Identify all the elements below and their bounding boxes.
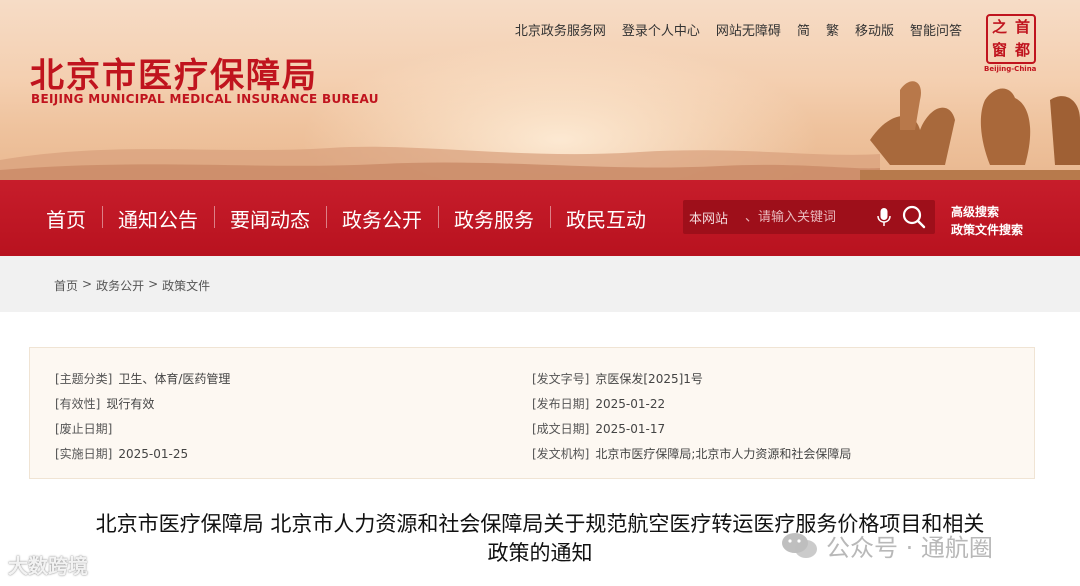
meta-repeal: [废止日期]: [55, 420, 118, 437]
top-link-gov-service[interactable]: 北京政务服务网: [515, 20, 606, 39]
meta-issuer: [发文机构] 北京市医疗保障局;北京市人力资源和社会保障局: [532, 445, 851, 462]
meta-issuer-label: [发文机构]: [532, 447, 590, 461]
meta-publish: [发布日期] 2025-01-22: [532, 395, 665, 412]
meta-doc-no: [发文字号] 京医保发[2025]1号: [532, 370, 703, 387]
wechat-icon: [782, 532, 817, 558]
meta-topic: [主题分类] 卫生、体育/医药管理: [55, 370, 230, 387]
meta-publish-label: [发布日期]: [532, 397, 590, 411]
seal-char: 都: [1014, 41, 1030, 59]
microphone-icon[interactable]: [875, 206, 893, 228]
breadcrumb-policy-docs[interactable]: 政策文件: [162, 277, 210, 294]
nav-interaction[interactable]: 政民互动: [550, 204, 662, 233]
meta-topic-label: [主题分类]: [55, 372, 113, 386]
breadcrumb-gov-affairs[interactable]: 政务公开: [96, 277, 144, 294]
breadcrumb-separator: >: [82, 277, 93, 291]
seal-char: 之: [991, 18, 1007, 36]
breadcrumb-home[interactable]: 首页: [54, 277, 78, 294]
seal-char: 窗: [991, 41, 1007, 59]
capital-window-seal[interactable]: 之 首 窗 都: [986, 14, 1036, 64]
meta-validity-label: [有效性]: [55, 397, 101, 411]
meta-doc-no-label: [发文字号]: [532, 372, 590, 386]
main-nav: 首页 通知公告 要闻动态 政务公开 政务服务 政民互动: [30, 180, 662, 256]
document-meta-box: [主题分类] 卫生、体育/医药管理 [有效性] 现行有效 [废止日期] [实施日期]…: [29, 347, 1035, 479]
search-icon[interactable]: [901, 204, 927, 230]
top-link-smart-qa[interactable]: 智能问答: [910, 20, 962, 39]
site-logo-subtitle: BEIJING MUNICIPAL MEDICAL INSURANCE BURE…: [31, 92, 379, 106]
nav-home[interactable]: 首页: [30, 204, 102, 233]
search-input[interactable]: [745, 209, 869, 225]
meta-written: [成文日期] 2025-01-17: [532, 420, 665, 437]
header-banner: 北京市医疗保障局 BEIJING MUNICIPAL MEDICAL INSUR…: [0, 0, 1080, 180]
nav-gov-services[interactable]: 政务服务: [438, 204, 550, 233]
nav-news[interactable]: 要闻动态: [214, 204, 326, 233]
search-scope[interactable]: 本网站: [683, 208, 745, 227]
meta-validity: [有效性] 现行有效: [55, 395, 154, 412]
top-links: 北京政务服务网 登录个人中心 网站无障碍 简 繁 移动版 智能问答: [499, 20, 962, 39]
meta-doc-no-value: 京医保发[2025]1号: [595, 372, 703, 386]
policy-search-link[interactable]: 政策文件搜索: [951, 221, 1023, 239]
watermark-right: 公众号 · 通航圈: [780, 528, 993, 563]
nav-gov-affairs[interactable]: 政务公开: [326, 204, 438, 233]
meta-effective-value: 2025-01-25: [118, 447, 189, 461]
meta-written-value: 2025-01-17: [595, 422, 666, 436]
meta-publish-value: 2025-01-22: [595, 397, 666, 411]
bronze-statue-illustration: [860, 81, 1080, 180]
meta-written-label: [成文日期]: [532, 422, 590, 436]
watermark-left-text: 大数跨境: [8, 554, 88, 578]
top-link-traditional[interactable]: 繁: [826, 20, 839, 39]
meta-repeal-label: [废止日期]: [55, 422, 113, 436]
top-link-simplified[interactable]: 简: [797, 20, 810, 39]
meta-issuer-value: 北京市医疗保障局;北京市人力资源和社会保障局: [595, 447, 852, 461]
watermark-right-text: 公众号 · 通航圈: [826, 534, 993, 562]
breadcrumb: 首页 > 政务公开 > 政策文件: [54, 277, 214, 294]
meta-effective-label: [实施日期]: [55, 447, 113, 461]
top-link-login[interactable]: 登录个人中心: [622, 20, 700, 39]
meta-topic-value: 卫生、体育/医药管理: [118, 372, 231, 386]
search-box: 本网站: [683, 200, 935, 234]
top-link-accessibility[interactable]: 网站无障碍: [716, 20, 781, 39]
site-logo-title[interactable]: 北京市医疗保障局: [30, 48, 318, 97]
breadcrumb-separator: >: [148, 277, 159, 291]
meta-validity-value: 现行有效: [106, 397, 155, 411]
meta-effective: [实施日期] 2025-01-25: [55, 445, 188, 462]
nav-notices[interactable]: 通知公告: [102, 204, 214, 233]
watermark-left: 大数跨境: [8, 550, 88, 579]
search-extra-links: 高级搜索 政策文件搜索: [951, 203, 1023, 239]
advanced-search-link[interactable]: 高级搜索: [951, 203, 1023, 221]
top-link-mobile[interactable]: 移动版: [855, 20, 894, 39]
breadcrumb-strip: 首页 > 政务公开 > 政策文件: [0, 256, 1080, 312]
seal-char: 首: [1014, 18, 1030, 36]
